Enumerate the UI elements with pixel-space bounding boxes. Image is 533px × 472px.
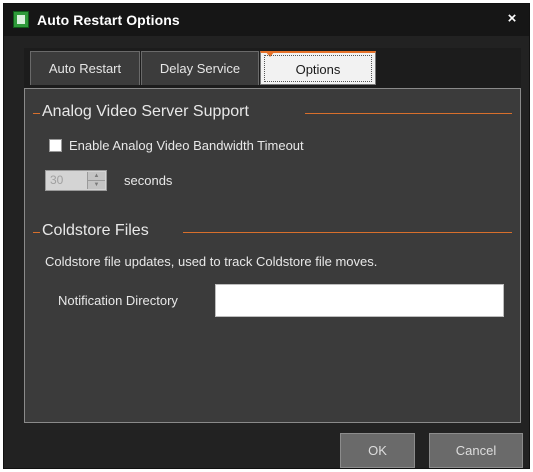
coldstore-description: Coldstore file updates, used to track Co…	[45, 254, 378, 269]
tab-options-label: Options	[264, 55, 372, 82]
notification-directory-input[interactable]	[215, 284, 504, 317]
section-divider	[33, 232, 40, 233]
tab-auto-restart[interactable]: Auto Restart	[30, 51, 140, 85]
tab-bar: Auto Restart Delay Service Options	[24, 48, 521, 88]
stepper-down-icon[interactable]: ▼	[88, 181, 105, 189]
notification-directory-label: Notification Directory	[58, 293, 178, 308]
enable-analog-timeout-checkbox[interactable]	[49, 139, 62, 152]
stepper-up-icon[interactable]: ▲	[88, 172, 105, 181]
timeout-unit-label: seconds	[124, 173, 173, 188]
timeout-seconds-stepper[interactable]: 30 ▲ ▼	[45, 170, 107, 191]
options-panel: Analog Video Server Support Enable Analo…	[24, 88, 521, 423]
coldstore-section-heading: Coldstore Files	[42, 222, 149, 239]
cancel-button[interactable]: Cancel	[429, 433, 523, 468]
dialog-title: Auto Restart Options	[37, 12, 180, 28]
section-divider	[33, 113, 40, 114]
section-divider	[183, 232, 512, 233]
ok-button[interactable]: OK	[340, 433, 415, 468]
title-bar[interactable]: Auto Restart Options ×	[4, 4, 529, 36]
tab-delay-service[interactable]: Delay Service	[141, 51, 259, 85]
auto-restart-options-dialog: Auto Restart Options × Auto Restart Dela…	[3, 3, 530, 469]
analog-section-heading: Analog Video Server Support	[42, 103, 249, 120]
app-options-icon	[13, 11, 29, 28]
close-button[interactable]: ×	[503, 10, 521, 28]
tab-delay-service-label: Delay Service	[159, 61, 241, 76]
tab-options[interactable]: Options	[260, 51, 376, 85]
tab-auto-restart-label: Auto Restart	[48, 61, 122, 76]
stepper-buttons: ▲ ▼	[87, 172, 105, 189]
enable-analog-timeout-label: Enable Analog Video Bandwidth Timeout	[69, 138, 304, 153]
section-divider	[305, 113, 512, 114]
timeout-value: 30	[50, 173, 64, 187]
